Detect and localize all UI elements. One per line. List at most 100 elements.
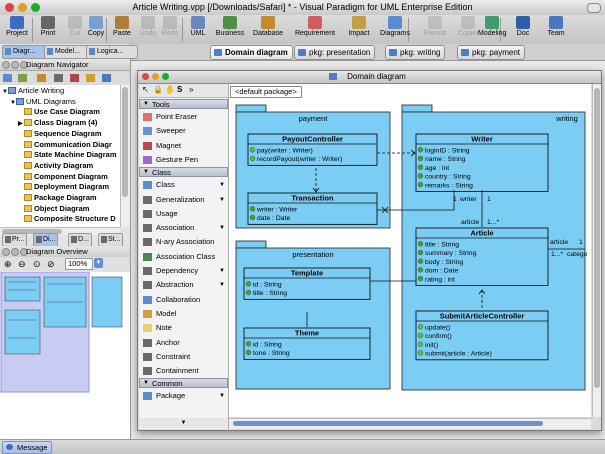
pointer-tool-icon[interactable]: ↖ xyxy=(142,85,149,94)
tab-logical-view[interactable]: Logica... xyxy=(86,45,138,59)
sort-icon[interactable] xyxy=(70,74,79,82)
package-selector[interactable]: <default package> xyxy=(230,86,302,98)
doc-button[interactable]: Doc xyxy=(508,16,538,43)
zoom-window-button[interactable] xyxy=(162,73,169,80)
canvas-vertical-scrollbar[interactable] xyxy=(592,84,601,417)
toolbar-toggle-button[interactable] xyxy=(587,3,601,13)
tab-pkg-presentation[interactable]: pkg: presentation xyxy=(294,45,376,60)
modeling-button[interactable]: Modeling xyxy=(478,16,506,43)
tree-item[interactable]: ▼ UML Diagrams xyxy=(10,97,76,107)
palette-item-anchor[interactable]: Anchor xyxy=(139,336,228,350)
tab-property[interactable]: Pr... xyxy=(2,233,28,247)
format-button[interactable]: Format xyxy=(414,16,456,43)
palette-item-containment[interactable]: Containment xyxy=(139,364,228,378)
palette-item-dropdown-icon[interactable]: ▼ xyxy=(219,278,225,292)
minimize-window-button[interactable] xyxy=(152,73,159,80)
tree-item[interactable]: ▶ Class Diagram (4) xyxy=(18,118,97,128)
palette-more-icon[interactable]: » xyxy=(189,85,193,94)
palette-group-tools[interactable]: ▼ Tools xyxy=(139,99,228,109)
diagrams-button[interactable]: Diagrams xyxy=(378,16,412,43)
expand-all-icon[interactable] xyxy=(102,74,111,82)
palette-item-package[interactable]: Package ▼ xyxy=(139,389,228,403)
close-window-button[interactable] xyxy=(142,73,149,80)
canvas-hscroll-thumb[interactable] xyxy=(233,421,543,426)
tree-item[interactable]: Component Diagram xyxy=(18,172,108,182)
group-collapse-icon[interactable]: ▼ xyxy=(143,168,149,177)
style-tool-icon[interactable]: S xyxy=(177,85,182,94)
diagram-overview-canvas[interactable] xyxy=(0,271,130,439)
tree-item[interactable]: Object Diagram xyxy=(18,204,89,214)
palette-item-abstraction[interactable]: Abstraction ▼ xyxy=(139,278,228,292)
copy-button[interactable]: Copy xyxy=(84,16,108,43)
team-button[interactable]: Team xyxy=(540,16,572,43)
group-collapse-icon[interactable]: ▼ xyxy=(143,379,149,388)
zoom-fit-icon[interactable]: ⊙ xyxy=(33,259,41,270)
minimize-pane-icon[interactable] xyxy=(11,248,19,256)
redo-button[interactable]: Redo xyxy=(158,16,182,43)
message-tab[interactable]: Message xyxy=(2,441,53,454)
minimize-pane-icon[interactable] xyxy=(11,61,19,69)
tab-pkg-writing[interactable]: pkg: writing xyxy=(385,45,446,60)
star-icon[interactable] xyxy=(86,74,95,82)
zoom-actual-icon[interactable]: ⊘ xyxy=(47,259,55,270)
zoom-out-icon[interactable]: ⊖ xyxy=(18,259,26,270)
palette-item-dropdown-icon[interactable]: ▼ xyxy=(219,389,225,403)
zoom-dropdown-icon[interactable]: ▼ xyxy=(94,258,103,268)
close-pane-icon[interactable] xyxy=(2,248,10,256)
group-collapse-icon[interactable]: ▼ xyxy=(143,100,149,109)
copier-button[interactable]: Copier xyxy=(458,16,479,43)
tab-documentation[interactable]: D... xyxy=(68,233,92,247)
palette-group-common[interactable]: ▼ Common xyxy=(139,378,228,389)
tree-item[interactable]: Composite Structure D xyxy=(18,214,116,224)
palette-item-collaboration[interactable]: Collaboration xyxy=(139,293,228,307)
palette-item-constraint[interactable]: Constraint xyxy=(139,350,228,364)
project-button[interactable]: Project xyxy=(2,16,32,43)
palette-item-n-ary-association[interactable]: N-ary Association xyxy=(139,235,228,249)
lock-icon[interactable]: 🔒 xyxy=(153,85,163,94)
tree-item[interactable]: State Machine Diagram xyxy=(18,150,117,160)
palette-item-model[interactable]: Model xyxy=(139,307,228,321)
tree-item[interactable]: Communication Diagr xyxy=(18,140,112,150)
zoom-in-icon[interactable]: ⊕ xyxy=(4,259,12,270)
uml-button[interactable]: UML xyxy=(184,16,212,43)
tree-item[interactable]: Activity Diagram xyxy=(18,161,93,171)
filter-icon[interactable] xyxy=(54,74,63,82)
undo-button[interactable]: Undo xyxy=(138,16,158,43)
tree-scroll-thumb[interactable] xyxy=(122,87,128,197)
tab-pkg-payment[interactable]: pkg: payment xyxy=(457,45,526,60)
palette-item-point-eraser[interactable]: Point Eraser xyxy=(139,110,228,124)
tab-diagram-overview[interactable]: Di... xyxy=(33,233,59,247)
zoom-level-field[interactable]: 100% xyxy=(65,258,93,270)
palette-item-association[interactable]: Association ▼ xyxy=(139,221,228,235)
palette-item-magnet[interactable]: Magnet xyxy=(139,139,228,153)
database-button[interactable]: Database xyxy=(250,16,286,43)
palette-item-generalization[interactable]: Generalization ▼ xyxy=(139,193,228,207)
tree-item[interactable]: ▼ Article Writing xyxy=(2,86,64,96)
palette-item-usage[interactable]: Usage xyxy=(139,207,228,221)
open-folder-icon[interactable] xyxy=(37,74,46,82)
palette-item-dropdown-icon[interactable]: ▼ xyxy=(219,221,225,235)
palette-item-gesture-pen[interactable]: Gesture Pen xyxy=(139,153,228,167)
canvas-vscroll-thumb[interactable] xyxy=(594,88,600,388)
palette-item-dropdown-icon[interactable]: ▼ xyxy=(219,193,225,207)
canvas-horizontal-scrollbar[interactable] xyxy=(229,418,591,429)
paste-button[interactable]: Paste xyxy=(108,16,136,43)
tab-stencil[interactable]: St... xyxy=(98,233,124,247)
new-diagram-icon[interactable] xyxy=(3,74,12,82)
diagram-canvas[interactable]: <default package> payment writing presenta… xyxy=(229,84,591,417)
palette-item-class[interactable]: Class ▼ xyxy=(139,178,228,192)
print-button[interactable]: Print xyxy=(34,16,62,43)
tree-item[interactable]: Use Case Diagram xyxy=(18,107,100,117)
palette-item-dropdown-icon[interactable]: ▼ xyxy=(219,264,225,278)
palette-item-note[interactable]: Note xyxy=(139,321,228,335)
cut-button[interactable]: Cut xyxy=(66,16,84,43)
palette-group-class[interactable]: ▼ Class xyxy=(139,167,228,178)
palette-item-sweeper[interactable]: Sweeper xyxy=(139,124,228,138)
refresh-icon[interactable] xyxy=(18,74,27,82)
palette-item-association-class[interactable]: Association Class xyxy=(139,250,228,264)
tab-domain-diagram[interactable]: Domain diagram xyxy=(210,45,293,60)
business-button[interactable]: Business xyxy=(212,16,248,43)
tree-item[interactable]: Package Diagram xyxy=(18,193,97,203)
palette-item-dropdown-icon[interactable]: ▼ xyxy=(219,178,225,192)
tree-item[interactable]: Sequence Diagram xyxy=(18,129,102,139)
